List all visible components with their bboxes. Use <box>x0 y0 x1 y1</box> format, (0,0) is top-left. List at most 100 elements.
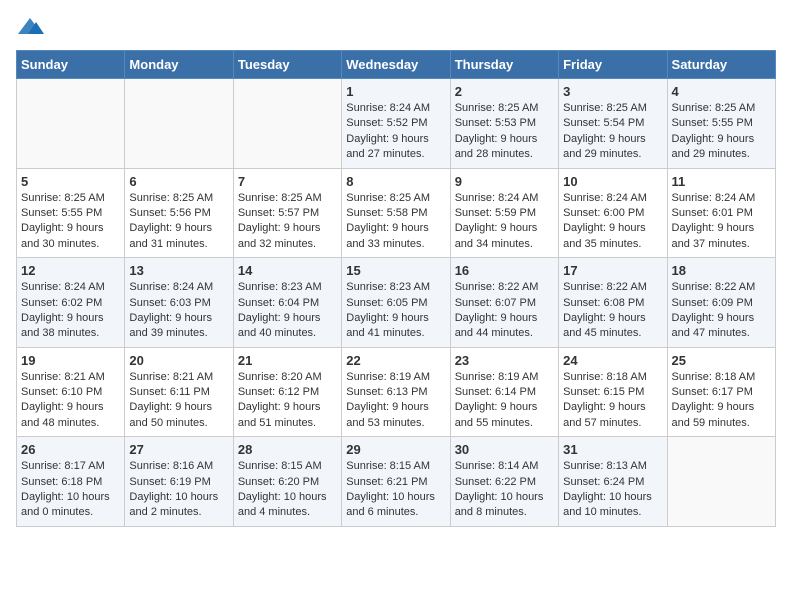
day-number: 4 <box>672 84 771 99</box>
day-number: 9 <box>455 174 554 189</box>
day-content: Sunrise: 8:23 AM Sunset: 6:05 PM Dayligh… <box>346 280 445 342</box>
day-cell: 23 Sunrise: 8:19 AM Sunset: 6:14 PM Dayli… <box>450 347 558 437</box>
day-number: 25 <box>672 353 771 368</box>
day-number: 12 <box>21 263 120 278</box>
day-content: Sunrise: 8:22 AM Sunset: 6:09 PM Dayligh… <box>672 280 771 342</box>
day-content: Sunrise: 8:13 AM Sunset: 6:24 PM Dayligh… <box>563 459 662 521</box>
day-number: 8 <box>346 174 445 189</box>
day-cell: 21 Sunrise: 8:20 AM Sunset: 6:12 PM Dayli… <box>233 347 341 437</box>
day-content: Sunrise: 8:25 AM Sunset: 5:57 PM Dayligh… <box>238 191 337 253</box>
day-number: 29 <box>346 442 445 457</box>
day-number: 10 <box>563 174 662 189</box>
day-number: 16 <box>455 263 554 278</box>
calendar-header: SundayMondayTuesdayWednesdayThursdayFrid… <box>17 51 776 79</box>
week-row-4: 19 Sunrise: 8:21 AM Sunset: 6:10 PM Dayli… <box>17 347 776 437</box>
day-cell: 28Sunrise: 8:15 AM Sunset: 6:20 PM Dayli… <box>233 437 341 527</box>
day-content: Sunrise: 8:25 AM Sunset: 5:53 PM Dayligh… <box>455 101 554 163</box>
logo <box>16 16 48 38</box>
day-cell: 12 Sunrise: 8:24 AM Sunset: 6:02 PM Dayli… <box>17 258 125 348</box>
day-cell: 13 Sunrise: 8:24 AM Sunset: 6:03 PM Dayli… <box>125 258 233 348</box>
day-cell: 5 Sunrise: 8:25 AM Sunset: 5:55 PM Daylig… <box>17 168 125 258</box>
day-number: 14 <box>238 263 337 278</box>
day-cell: 25Sunrise: 8:18 AM Sunset: 6:17 PM Dayli… <box>667 347 775 437</box>
week-row-2: 5 Sunrise: 8:25 AM Sunset: 5:55 PM Daylig… <box>17 168 776 258</box>
day-number: 21 <box>238 353 337 368</box>
day-cell: 18 Sunrise: 8:22 AM Sunset: 6:09 PM Dayli… <box>667 258 775 348</box>
day-number: 1 <box>346 84 445 99</box>
day-content: Sunrise: 8:25 AM Sunset: 5:54 PM Dayligh… <box>563 101 662 163</box>
day-content: Sunrise: 8:25 AM Sunset: 5:55 PM Dayligh… <box>672 101 771 163</box>
day-number: 17 <box>563 263 662 278</box>
day-cell: 9 Sunrise: 8:24 AM Sunset: 5:59 PM Daylig… <box>450 168 558 258</box>
day-cell: 3Sunrise: 8:25 AM Sunset: 5:54 PM Daylig… <box>559 79 667 169</box>
day-cell: 14 Sunrise: 8:23 AM Sunset: 6:04 PM Dayli… <box>233 258 341 348</box>
day-number: 11 <box>672 174 771 189</box>
day-cell <box>667 437 775 527</box>
day-content: Sunrise: 8:21 AM Sunset: 6:10 PM Dayligh… <box>21 370 120 432</box>
day-number: 19 <box>21 353 120 368</box>
day-content: Sunrise: 8:24 AM Sunset: 6:01 PM Dayligh… <box>672 191 771 253</box>
day-content: Sunrise: 8:25 AM Sunset: 5:55 PM Dayligh… <box>21 191 120 253</box>
day-number: 24 <box>563 353 662 368</box>
day-content: Sunrise: 8:19 AM Sunset: 6:14 PM Dayligh… <box>455 370 554 432</box>
day-content: Sunrise: 8:19 AM Sunset: 6:13 PM Dayligh… <box>346 370 445 432</box>
day-number: 13 <box>129 263 228 278</box>
week-row-3: 12 Sunrise: 8:24 AM Sunset: 6:02 PM Dayli… <box>17 258 776 348</box>
day-content: Sunrise: 8:16 AM Sunset: 6:19 PM Dayligh… <box>129 459 228 521</box>
day-cell: 29Sunrise: 8:15 AM Sunset: 6:21 PM Dayli… <box>342 437 450 527</box>
day-cell <box>17 79 125 169</box>
day-cell: 20 Sunrise: 8:21 AM Sunset: 6:11 PM Dayli… <box>125 347 233 437</box>
day-content: Sunrise: 8:14 AM Sunset: 6:22 PM Dayligh… <box>455 459 554 521</box>
day-cell: 19 Sunrise: 8:21 AM Sunset: 6:10 PM Dayli… <box>17 347 125 437</box>
day-content: Sunrise: 8:24 AM Sunset: 5:59 PM Dayligh… <box>455 191 554 253</box>
day-number: 15 <box>346 263 445 278</box>
day-cell: 7 Sunrise: 8:25 AM Sunset: 5:57 PM Daylig… <box>233 168 341 258</box>
day-number: 20 <box>129 353 228 368</box>
day-cell: 17 Sunrise: 8:22 AM Sunset: 6:08 PM Dayli… <box>559 258 667 348</box>
day-cell: 30 Sunrise: 8:14 AM Sunset: 6:22 PM Dayli… <box>450 437 558 527</box>
day-cell: 24 Sunrise: 8:18 AM Sunset: 6:15 PM Dayli… <box>559 347 667 437</box>
day-cell <box>125 79 233 169</box>
day-content: Sunrise: 8:18 AM Sunset: 6:15 PM Dayligh… <box>563 370 662 432</box>
day-number: 18 <box>672 263 771 278</box>
day-number: 7 <box>238 174 337 189</box>
day-number: 26 <box>21 442 120 457</box>
day-cell: 27Sunrise: 8:16 AM Sunset: 6:19 PM Dayli… <box>125 437 233 527</box>
day-number: 22 <box>346 353 445 368</box>
day-content: Sunrise: 8:24 AM Sunset: 6:02 PM Dayligh… <box>21 280 120 342</box>
week-row-1: 1 Sunrise: 8:24 AM Sunset: 5:52 PM Daylig… <box>17 79 776 169</box>
day-cell: 31 Sunrise: 8:13 AM Sunset: 6:24 PM Dayli… <box>559 437 667 527</box>
day-content: Sunrise: 8:23 AM Sunset: 6:04 PM Dayligh… <box>238 280 337 342</box>
day-content: Sunrise: 8:24 AM Sunset: 6:00 PM Dayligh… <box>563 191 662 253</box>
day-cell <box>233 79 341 169</box>
day-number: 30 <box>455 442 554 457</box>
day-cell: 1 Sunrise: 8:24 AM Sunset: 5:52 PM Daylig… <box>342 79 450 169</box>
day-cell: 15 Sunrise: 8:23 AM Sunset: 6:05 PM Dayli… <box>342 258 450 348</box>
day-content: Sunrise: 8:20 AM Sunset: 6:12 PM Dayligh… <box>238 370 337 432</box>
day-content: Sunrise: 8:22 AM Sunset: 6:08 PM Dayligh… <box>563 280 662 342</box>
logo-icon <box>16 16 44 38</box>
day-cell: 22 Sunrise: 8:19 AM Sunset: 6:13 PM Dayli… <box>342 347 450 437</box>
header-cell-thursday: Thursday <box>450 51 558 79</box>
day-content: Sunrise: 8:17 AM Sunset: 6:18 PM Dayligh… <box>21 459 120 521</box>
day-content: Sunrise: 8:24 AM Sunset: 6:03 PM Dayligh… <box>129 280 228 342</box>
day-cell: 6Sunrise: 8:25 AM Sunset: 5:56 PM Daylig… <box>125 168 233 258</box>
day-content: Sunrise: 8:25 AM Sunset: 5:58 PM Dayligh… <box>346 191 445 253</box>
day-content: Sunrise: 8:24 AM Sunset: 5:52 PM Dayligh… <box>346 101 445 163</box>
header-row: SundayMondayTuesdayWednesdayThursdayFrid… <box>17 51 776 79</box>
day-cell: 26 Sunrise: 8:17 AM Sunset: 6:18 PM Dayli… <box>17 437 125 527</box>
calendar-table: SundayMondayTuesdayWednesdayThursdayFrid… <box>16 50 776 527</box>
header-cell-monday: Monday <box>125 51 233 79</box>
day-number: 5 <box>21 174 120 189</box>
calendar-body: 1 Sunrise: 8:24 AM Sunset: 5:52 PM Daylig… <box>17 79 776 527</box>
day-cell: 11 Sunrise: 8:24 AM Sunset: 6:01 PM Dayli… <box>667 168 775 258</box>
header-cell-friday: Friday <box>559 51 667 79</box>
day-content: Sunrise: 8:21 AM Sunset: 6:11 PM Dayligh… <box>129 370 228 432</box>
day-number: 23 <box>455 353 554 368</box>
day-cell: 8 Sunrise: 8:25 AM Sunset: 5:58 PM Daylig… <box>342 168 450 258</box>
day-number: 28 <box>238 442 337 457</box>
day-number: 31 <box>563 442 662 457</box>
day-cell: 10 Sunrise: 8:24 AM Sunset: 6:00 PM Dayli… <box>559 168 667 258</box>
header-cell-saturday: Saturday <box>667 51 775 79</box>
day-cell: 2Sunrise: 8:25 AM Sunset: 5:53 PM Daylig… <box>450 79 558 169</box>
